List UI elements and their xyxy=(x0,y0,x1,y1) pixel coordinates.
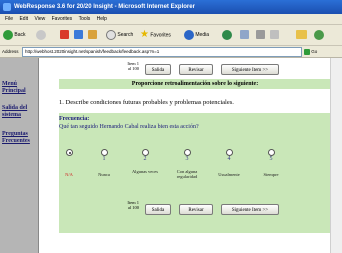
forward-button[interactable] xyxy=(36,28,46,42)
media-icon xyxy=(184,29,194,40)
title-bar: WebResponse 3.6 for 20/20 Insight - Micr… xyxy=(0,0,342,14)
refresh-button[interactable] xyxy=(74,28,83,42)
rating-radio-2[interactable] xyxy=(142,149,149,156)
history-button[interactable] xyxy=(222,28,232,42)
menu-favorites[interactable]: Favorites xyxy=(52,14,73,24)
vertical-scrollbar[interactable] xyxy=(330,58,342,253)
print-button[interactable] xyxy=(256,28,265,42)
review-button-top[interactable]: Revisar xyxy=(179,64,213,75)
question-text: 1. Describe condiciones futuras probable… xyxy=(59,99,234,106)
stop-button[interactable] xyxy=(60,28,69,42)
rating-label-na: N/A xyxy=(65,172,73,177)
feedback-banner: Proporcione retroalimentación sobre lo s… xyxy=(59,79,331,89)
back-button[interactable]: Back xyxy=(3,28,26,42)
menu-help[interactable]: Help xyxy=(97,14,107,24)
survey-main: Item 1 al 100 Salida Revisar Siguiente I… xyxy=(39,58,331,253)
home-icon xyxy=(88,30,97,40)
go-button[interactable]: Go xyxy=(304,47,334,56)
star-icon: ★ xyxy=(140,29,149,40)
page-content: Menú Principal Salida del sistema Pregun… xyxy=(0,58,342,253)
address-input[interactable]: http://webhost.2020insight.net/spanish/f… xyxy=(22,47,302,57)
rating-number-1: 1 xyxy=(102,156,106,162)
folder-button[interactable] xyxy=(296,28,307,42)
menu-view[interactable]: View xyxy=(34,14,45,24)
edit-icon xyxy=(270,30,279,40)
next-item-button-top[interactable]: Siguiente Item >> xyxy=(221,64,279,75)
rating-label-nunca: Nunca xyxy=(98,172,110,177)
item-counter-bottom: Item 1 al 100 xyxy=(127,200,139,210)
go-arrow-icon xyxy=(304,48,310,55)
rating-number-5: 5 xyxy=(269,156,273,162)
frequency-prompt: Qué tan seguido Hernando Cabal realiza b… xyxy=(59,124,199,130)
rating-label-usualmente: Usualmente xyxy=(218,172,240,177)
sidebar-faq-link[interactable]: Preguntas Frecuentes xyxy=(2,131,30,145)
home-button[interactable] xyxy=(88,28,97,42)
back-arrow-icon xyxy=(3,29,13,40)
menu-edit[interactable]: Edit xyxy=(19,14,28,24)
rating-label-algunas-veces: Algunas veces xyxy=(131,169,159,174)
folder-icon xyxy=(296,30,307,40)
mail-button[interactable] xyxy=(240,28,249,42)
messenger-icon xyxy=(314,29,324,40)
rating-radio-3[interactable] xyxy=(184,149,191,156)
favorites-button[interactable]: ★ Favorites xyxy=(140,28,171,42)
rating-radio-1[interactable] xyxy=(101,149,108,156)
exit-button-bottom[interactable]: Salida xyxy=(145,204,171,215)
edit-button[interactable] xyxy=(270,28,279,42)
address-bar: Address http://webhost.2020insight.net/s… xyxy=(0,46,342,58)
menu-tools[interactable]: Tools xyxy=(79,14,91,24)
exit-button-top[interactable]: Salida xyxy=(145,64,171,75)
media-button[interactable]: Media xyxy=(184,28,209,42)
sidebar-exit-link[interactable]: Salida del sistema xyxy=(2,105,27,119)
next-item-button-bottom[interactable]: Siguiente Item >> xyxy=(221,204,279,215)
review-button-bottom[interactable]: Revisar xyxy=(179,204,213,215)
address-label: Address xyxy=(2,49,19,54)
browser-window: WebResponse 3.6 for 20/20 Insight - Micr… xyxy=(0,0,342,253)
rating-number-4: 4 xyxy=(227,156,231,162)
search-button[interactable]: Search xyxy=(106,28,133,42)
menu-file[interactable]: File xyxy=(5,14,13,24)
history-icon xyxy=(222,29,232,40)
mail-icon xyxy=(240,30,249,40)
messenger-button[interactable] xyxy=(314,28,324,42)
sidebar-menu-link[interactable]: Menú Principal xyxy=(2,81,26,95)
item-counter-top: Item 1 al 100 xyxy=(127,61,139,71)
ie-icon xyxy=(3,3,11,11)
refresh-icon xyxy=(74,30,83,40)
rating-label-siempre: Siempre xyxy=(263,172,279,177)
rating-number-3: 3 xyxy=(185,156,189,162)
rating-number-2: 2 xyxy=(143,156,147,162)
menu-bar: File Edit View Favorites Tools Help xyxy=(0,14,342,25)
toolbar: Back Search ★ Favorites Media xyxy=(0,25,342,46)
print-icon xyxy=(256,30,265,40)
frequency-label: Frecuencia: xyxy=(59,116,90,122)
sidebar: Menú Principal Salida del sistema Pregun… xyxy=(0,58,39,253)
rating-radio-na[interactable] xyxy=(66,149,73,156)
window-title: WebResponse 3.6 for 20/20 Insight - Micr… xyxy=(14,4,195,10)
search-icon xyxy=(106,29,116,40)
rating-radio-4[interactable] xyxy=(226,149,233,156)
rating-label-con-alguna-regularidad: Con alguna regularidad xyxy=(176,169,198,179)
forward-arrow-icon xyxy=(36,29,46,40)
stop-icon xyxy=(60,30,69,40)
rating-radio-5[interactable] xyxy=(268,149,275,156)
